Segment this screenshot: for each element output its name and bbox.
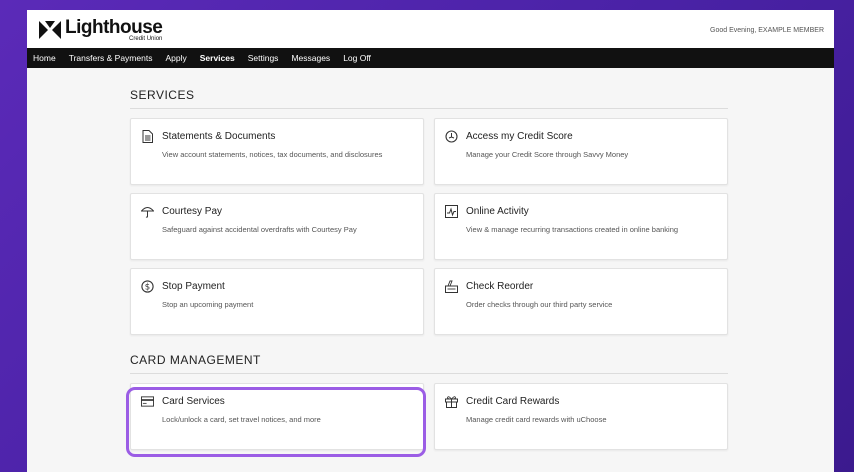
dollar-icon: $ xyxy=(141,280,154,293)
nav-home[interactable]: Home xyxy=(33,53,56,63)
card-description: Stop an upcoming payment xyxy=(162,300,254,309)
nav-log-off[interactable]: Log Off xyxy=(343,53,371,63)
card-title: Courtesy Pay xyxy=(162,206,223,217)
card-title: Card Services xyxy=(162,396,225,407)
statements-documents-card[interactable]: Statements & Documents View account stat… xyxy=(130,118,424,185)
services-heading: SERVICES xyxy=(130,88,728,109)
greeting-text: Good Evening, EXAMPLE MEMBER xyxy=(710,27,824,34)
card-description: Manage your Credit Score through Savvy M… xyxy=(466,150,629,159)
nav-transfers-payments[interactable]: Transfers & Payments xyxy=(69,53,153,63)
main-content: SERVICES Statements & Documents View acc… xyxy=(130,88,728,450)
activity-icon xyxy=(445,205,458,218)
services-grid: Statements & Documents View account stat… xyxy=(130,118,728,335)
nav-settings[interactable]: Settings xyxy=(248,53,279,63)
svg-text:$: $ xyxy=(145,283,150,293)
card-description: Lock/unlock a card, set travel notices, … xyxy=(162,415,321,424)
nav-messages[interactable]: Messages xyxy=(291,53,330,63)
gift-icon xyxy=(445,395,458,408)
card-management-grid: Card Services Lock/unlock a card, set tr… xyxy=(130,383,728,450)
credit-score-icon xyxy=(445,130,458,143)
checkbook-icon xyxy=(445,280,458,293)
card-description: View & manage recurring transactions cre… xyxy=(466,225,679,234)
card-description: View account statements, notices, tax do… xyxy=(162,150,383,159)
credit-score-card[interactable]: Access my Credit Score Manage your Credi… xyxy=(434,118,728,185)
card-description: Order checks through our third party ser… xyxy=(466,300,613,309)
courtesy-pay-card[interactable]: Courtesy Pay Safeguard against accidenta… xyxy=(130,193,424,260)
nav-apply[interactable]: Apply xyxy=(165,53,186,63)
check-reorder-card[interactable]: Check Reorder Order checks through our t… xyxy=(434,268,728,335)
online-activity-card[interactable]: Online Activity View & manage recurring … xyxy=(434,193,728,260)
card-title: Online Activity xyxy=(466,206,529,217)
card-management-heading: CARD MANAGEMENT xyxy=(130,353,728,374)
stop-payment-card[interactable]: $ Stop Payment Stop an upcoming payment xyxy=(130,268,424,335)
card-title: Access my Credit Score xyxy=(466,131,573,142)
logo-name: Lighthouse xyxy=(65,17,163,38)
umbrella-icon xyxy=(141,205,154,218)
card-title: Stop Payment xyxy=(162,281,225,292)
card-title: Check Reorder xyxy=(466,281,534,292)
nav-services[interactable]: Services xyxy=(200,53,235,63)
browser-window: Lighthouse Credit Union Good Evening, EX… xyxy=(27,10,834,472)
lighthouse-logo[interactable]: Lighthouse Credit Union xyxy=(39,17,163,42)
card-description: Safeguard against accidental overdrafts … xyxy=(162,225,357,234)
document-icon xyxy=(141,130,154,143)
top-bar: Lighthouse Credit Union Good Evening, EX… xyxy=(27,10,834,48)
card-title: Statements & Documents xyxy=(162,131,276,142)
credit-card-rewards-card[interactable]: Credit Card Rewards Manage credit card r… xyxy=(434,383,728,450)
card-description: Manage credit card rewards with uChoose xyxy=(466,415,607,424)
card-title: Credit Card Rewards xyxy=(466,396,560,407)
main-nav: Home Transfers & Payments Apply Services… xyxy=(27,48,834,68)
credit-card-icon xyxy=(141,395,154,408)
card-services-card[interactable]: Card Services Lock/unlock a card, set tr… xyxy=(130,383,424,450)
lighthouse-logo-icon xyxy=(39,21,61,39)
